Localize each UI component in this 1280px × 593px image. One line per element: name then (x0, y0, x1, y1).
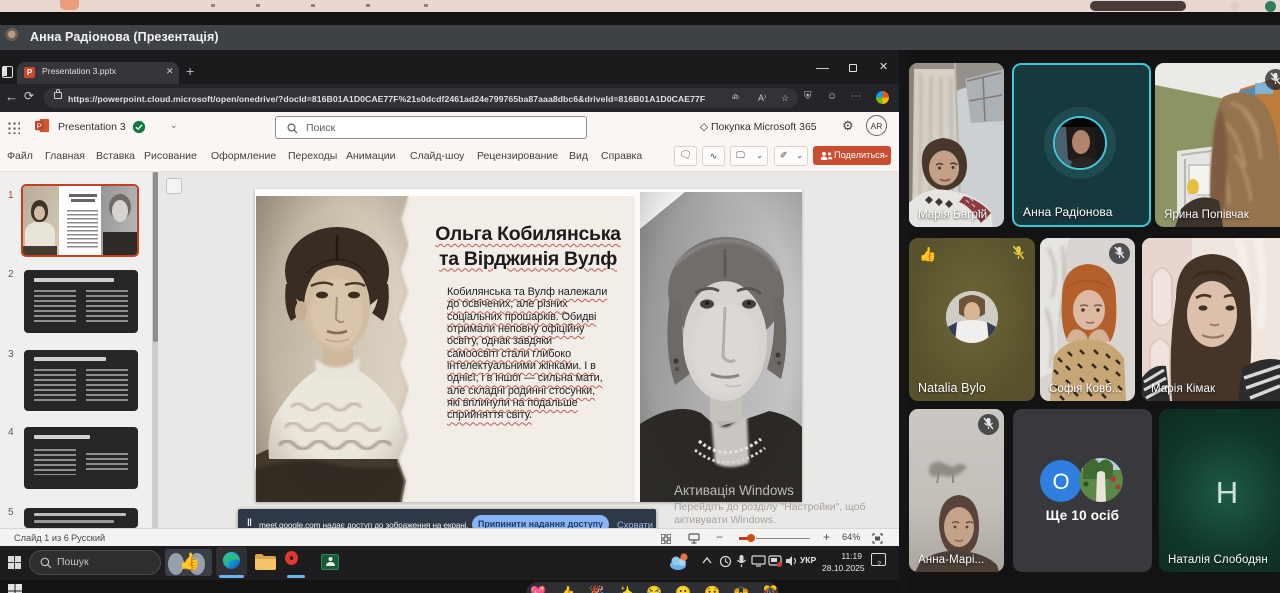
svg-text:O: O (1052, 469, 1069, 494)
svg-text:P: P (37, 121, 42, 130)
